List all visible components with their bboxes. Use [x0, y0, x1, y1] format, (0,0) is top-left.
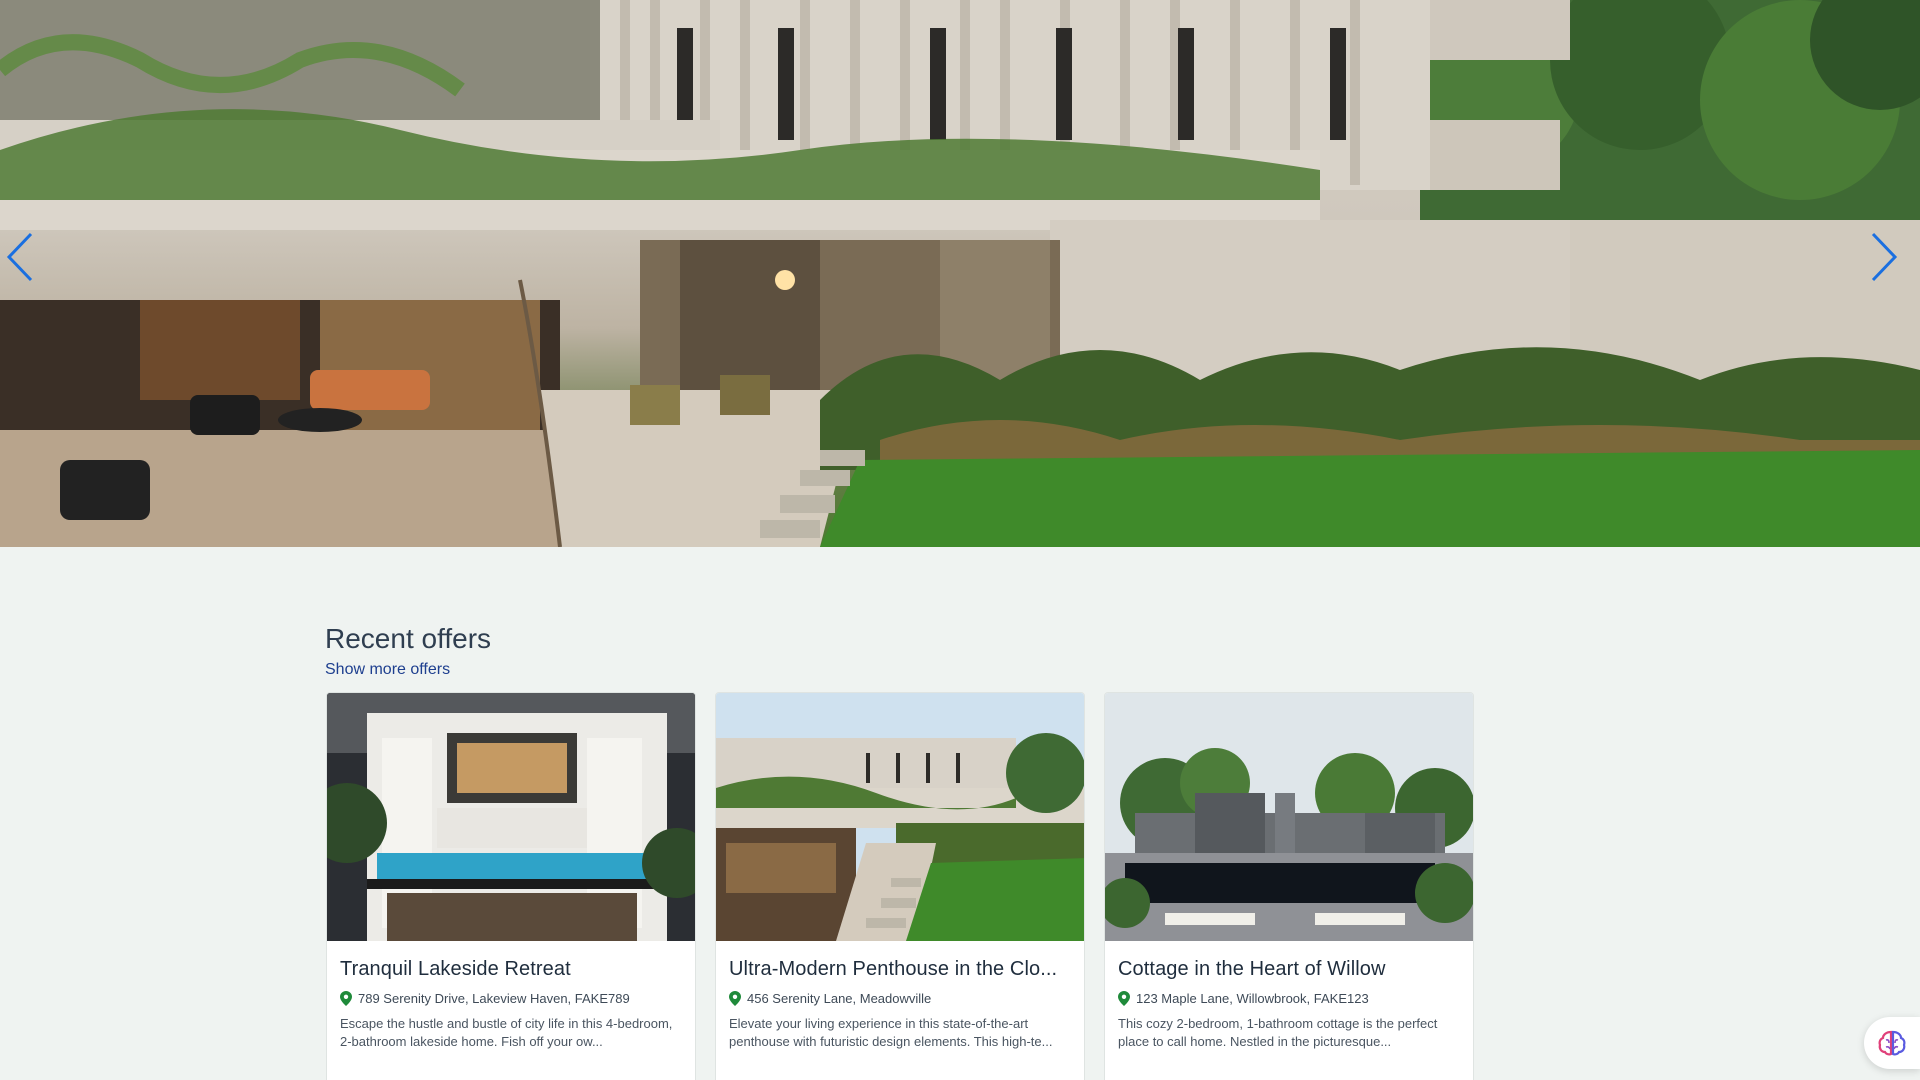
- offer-image: [1105, 693, 1473, 941]
- map-pin-icon: [340, 991, 352, 1006]
- offer-image: [716, 693, 1084, 941]
- brain-icon: [1878, 1030, 1906, 1056]
- offers-list: Tranquil Lakeside Retreat 789 Serenity D…: [326, 692, 1474, 1080]
- offer-card[interactable]: Ultra-Modern Penthouse in the Clo... 456…: [715, 692, 1085, 1080]
- offer-location: 123 Maple Lane, Willowbrook, FAKE123: [1118, 991, 1460, 1006]
- offer-address: 456 Serenity Lane, Meadowville: [747, 991, 932, 1006]
- hero-carousel: [0, 0, 1920, 547]
- carousel-next-button[interactable]: [1870, 232, 1914, 302]
- offer-location: 456 Serenity Lane, Meadowville: [729, 991, 1071, 1006]
- offer-description: Elevate your living experience in this s…: [729, 1016, 1053, 1049]
- offer-card[interactable]: Tranquil Lakeside Retreat 789 Serenity D…: [326, 692, 696, 1080]
- carousel-prev-button[interactable]: [6, 232, 50, 302]
- assistant-button[interactable]: [1864, 1017, 1920, 1069]
- offer-description: Escape the hustle and bustle of city lif…: [340, 1016, 673, 1049]
- offer-title: Tranquil Lakeside Retreat: [340, 958, 571, 980]
- offer-address: 123 Maple Lane, Willowbrook, FAKE123: [1136, 991, 1369, 1006]
- offer-description: This cozy 2-bedroom, 1-bathroom cottage …: [1118, 1016, 1438, 1049]
- chevron-left-icon: [6, 232, 33, 282]
- offer-location: 789 Serenity Drive, Lakeview Haven, FAKE…: [340, 991, 682, 1006]
- offer-title: Cottage in the Heart of Willow: [1118, 958, 1386, 980]
- offer-card[interactable]: Cottage in the Heart of Willow 123 Maple…: [1104, 692, 1474, 1080]
- chevron-right-icon: [1871, 232, 1898, 282]
- section-title: Recent offers: [325, 623, 492, 654]
- offer-image: [327, 693, 695, 941]
- hero-image: [0, 0, 1920, 547]
- map-pin-icon: [729, 991, 741, 1006]
- map-pin-icon: [1118, 991, 1130, 1006]
- recent-offers-section: Recent offers Show more offers: [325, 617, 1485, 679]
- show-more-offers-link[interactable]: Show more offers: [325, 661, 450, 679]
- offer-address: 789 Serenity Drive, Lakeview Haven, FAKE…: [358, 991, 630, 1006]
- offer-title: Ultra-Modern Penthouse in the Clo...: [729, 958, 1058, 980]
